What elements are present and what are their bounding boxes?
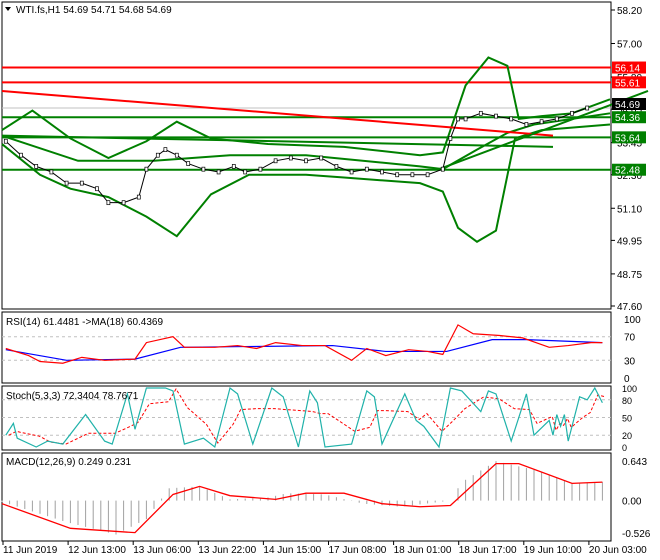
candle-mark <box>155 152 160 158</box>
time-axis-label: 17 Jun 08:00 <box>329 545 387 556</box>
chart-title: WTI.fs,H1 54.69 54.71 54.68 54.69 <box>16 5 172 16</box>
price-tick-label: 58.20 <box>617 6 642 17</box>
candle-mark <box>509 116 514 122</box>
current-price-label: 54.69 <box>615 100 640 111</box>
candle-mark <box>201 166 206 172</box>
candle-mark <box>34 164 39 169</box>
time-axis-label: 11 Jun 2019 <box>3 545 58 556</box>
candle-mark <box>163 147 168 152</box>
price-tick-label: 48.75 <box>617 270 642 281</box>
stoch-label: Stoch(5,3,3) 72.3404 78.7671 <box>6 391 139 402</box>
candle-mark <box>448 136 453 141</box>
time-axis-label: 19 Jun 10:00 <box>524 545 582 556</box>
candle-mark <box>258 166 263 172</box>
stoch-tick-label: 20 <box>622 431 632 441</box>
candle-mark <box>288 155 293 161</box>
trading-chart-window: 58.2057.0055.8054.6553.4552.3051.1049.95… <box>0 0 660 560</box>
candle-mark <box>79 180 84 186</box>
candle-mark <box>494 113 498 119</box>
candle-mark <box>440 166 445 172</box>
level-label-55.61: 55.61 <box>615 78 640 89</box>
candle-mark <box>334 164 339 169</box>
price-tick-label: 57.00 <box>617 40 642 51</box>
candle-mark <box>186 161 191 166</box>
candle-mark <box>106 200 111 206</box>
candle-mark <box>349 169 354 175</box>
price-tick-label: 47.60 <box>617 302 642 313</box>
rsi-label: RSI(14) 61.4481 ->MA(18) 60.4369 <box>6 317 163 328</box>
stoch-tick-label: 0 <box>622 443 627 453</box>
macd-tick-label: 0.00 <box>622 497 642 508</box>
candle-mark <box>121 200 126 206</box>
candle-mark <box>136 194 141 200</box>
time-axis-label: 12 Jun 13:00 <box>68 545 126 556</box>
candle-mark <box>425 172 430 178</box>
candle-mark <box>144 166 149 172</box>
candle-mark <box>231 164 236 169</box>
rsi-tick-label: 100 <box>624 315 641 326</box>
candle-mark <box>49 169 54 175</box>
candle-mark <box>554 116 559 122</box>
level-label-52.48: 52.48 <box>615 166 640 177</box>
stoch-tick-label: 100 <box>622 384 637 394</box>
candle-mark <box>524 122 529 127</box>
level-label-56.14: 56.14 <box>615 64 640 75</box>
time-axis-label: 13 Jun 06:00 <box>133 545 191 556</box>
stoch-tick-label: 80 <box>622 396 632 406</box>
macd-tick-label: -0.526 <box>622 529 651 540</box>
price-tick-label: 51.10 <box>617 204 642 215</box>
candle-mark <box>380 169 384 175</box>
candle-mark <box>19 152 23 158</box>
candle-mark <box>3 138 8 144</box>
price-tick-label: 49.95 <box>617 236 642 247</box>
time-axis-label: 20 Jun 03:00 <box>589 545 647 556</box>
candle-mark <box>95 186 99 192</box>
candle-mark <box>463 116 468 122</box>
candle-mark <box>64 180 69 186</box>
macd-label: MACD(12,26,9) 0.249 0.231 <box>6 457 132 468</box>
time-axis-label: 18 Jun 01:00 <box>394 545 452 556</box>
candle-mark <box>243 169 248 175</box>
candle-mark <box>216 169 221 175</box>
time-axis-label: 14 Jun 15:00 <box>263 545 321 556</box>
macd-tick-label: 0.643 <box>622 457 647 468</box>
level-label-53.64: 53.64 <box>615 133 640 144</box>
candle-mark <box>273 158 278 164</box>
candle-mark <box>585 105 590 111</box>
candle-mark <box>304 158 308 164</box>
stoch-tick-label: 50 <box>622 414 632 424</box>
time-axis-label: 13 Jun 22:00 <box>198 545 256 556</box>
candle-mark <box>395 172 400 178</box>
candle-mark <box>174 152 179 158</box>
candle-mark <box>456 116 460 122</box>
candle-mark <box>364 166 369 172</box>
time-axis-label: 18 Jun 17:00 <box>459 545 517 556</box>
chart-canvas[interactable]: 58.2057.0055.8054.6553.4552.3051.1049.95… <box>0 0 660 560</box>
rsi-tick-label: 30 <box>624 356 636 367</box>
candle-mark <box>319 155 324 161</box>
candle-mark <box>478 110 483 116</box>
candle-mark <box>410 172 415 178</box>
candle-mark <box>539 119 544 125</box>
level-label-54.36: 54.36 <box>615 113 640 124</box>
candle-mark <box>570 110 574 116</box>
rsi-tick-label: 70 <box>624 333 636 344</box>
